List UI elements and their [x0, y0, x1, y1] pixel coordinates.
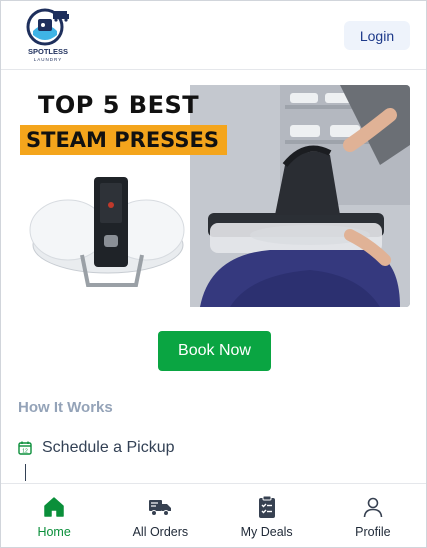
banner-title-line2: STEAM PRESSES — [20, 125, 227, 155]
calendar-icon: 12 — [18, 441, 32, 455]
top-header: SPOTLESS LAUNDRY Login — [1, 1, 426, 70]
step-label: Schedule a Pickup — [42, 439, 175, 456]
app-frame: SPOTLESS LAUNDRY Login TOP 5 BEST STEAM … — [0, 0, 427, 548]
login-button[interactable]: Login — [344, 21, 410, 50]
ironing-photo-illustration — [190, 85, 410, 307]
book-now-label: Book Now — [178, 342, 251, 359]
logo-subtext: LAUNDRY — [34, 57, 62, 62]
spotless-laundry-logo[interactable]: SPOTLESS LAUNDRY — [23, 5, 73, 65]
book-now-button[interactable]: Book Now — [158, 331, 271, 371]
promo-banner[interactable]: TOP 5 BEST STEAM PRESSES — [18, 85, 410, 307]
clipboard-icon — [258, 495, 275, 518]
nav-label-profile: Profile — [355, 525, 391, 539]
nav-item-my-deals[interactable]: My Deals — [214, 484, 320, 547]
svg-text:12: 12 — [22, 449, 28, 455]
bottom-nav: Home All Orders My Deals Profile — [1, 483, 426, 547]
step-connector — [25, 464, 26, 481]
login-label: Login — [359, 27, 395, 44]
home-icon — [44, 497, 64, 517]
nav-item-all-orders[interactable]: All Orders — [107, 484, 213, 547]
nav-label-home: Home — [37, 525, 71, 539]
nav-item-profile[interactable]: Profile — [320, 484, 426, 547]
how-it-works-heading: How It Works — [18, 399, 113, 416]
banner-photo — [190, 85, 410, 307]
nav-label-my-deals: My Deals — [240, 525, 293, 539]
nav-item-home[interactable]: Home — [1, 484, 107, 547]
step-item: 12 Schedule a Pickup — [18, 437, 175, 459]
user-icon — [363, 497, 383, 518]
nav-label-all-orders: All Orders — [132, 525, 189, 539]
banner-title-line1: TOP 5 BEST — [38, 91, 200, 119]
logo-text: SPOTLESS — [28, 47, 68, 56]
truck-icon — [149, 500, 172, 516]
